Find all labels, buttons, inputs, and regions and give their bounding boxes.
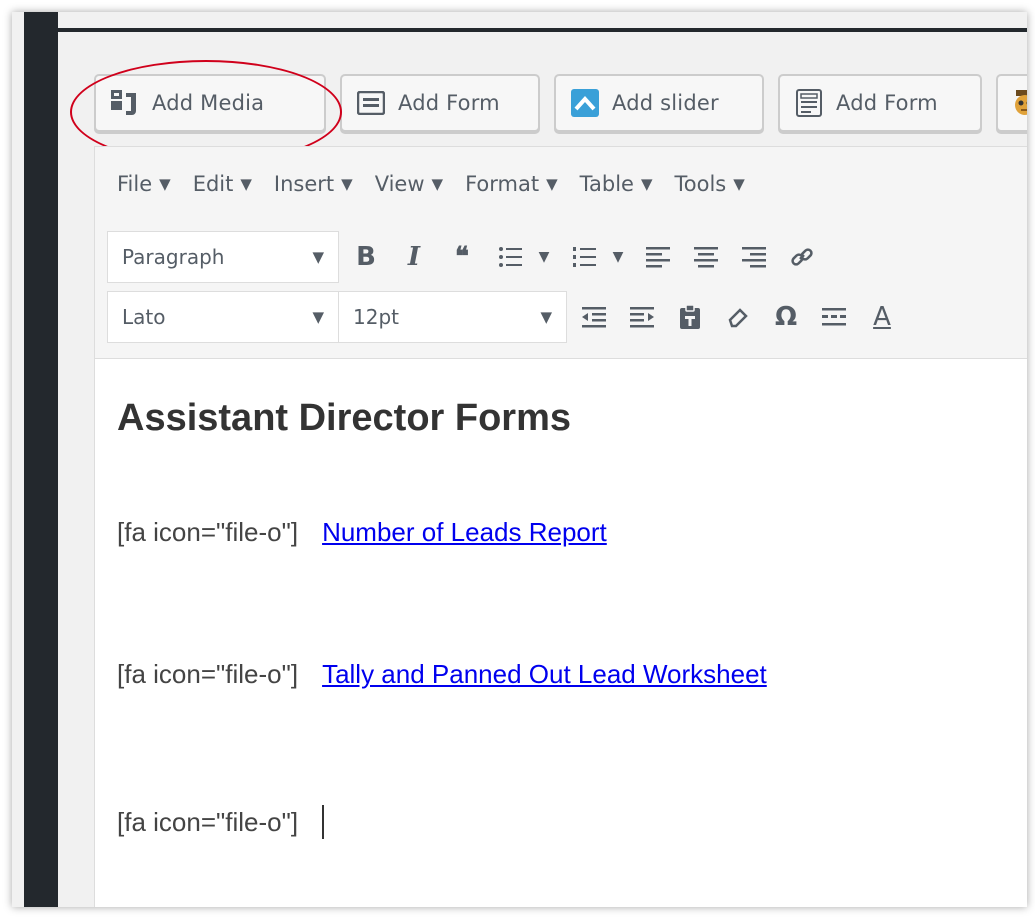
menu-edit[interactable]: Edit ▼ <box>193 172 252 196</box>
shortcode-text: [fa icon="file-o"] <box>117 806 299 837</box>
tinymce-editor: File ▼ Edit ▼ Insert ▼ View ▼ Format ▼ Table ▼… <box>94 146 1027 907</box>
indent-button[interactable] <box>621 296 663 338</box>
clipboard-icon <box>680 304 700 329</box>
align-center-button[interactable] <box>685 236 727 278</box>
clear-formatting-button[interactable] <box>717 296 759 338</box>
chevron-down-icon: ▼ <box>312 308 324 326</box>
chevron-down-icon: ▼ <box>540 308 552 326</box>
menu-table[interactable]: Table ▼ <box>580 172 653 196</box>
font-size-select[interactable]: 12pt ▼ <box>339 291 567 343</box>
numbered-list-dropdown[interactable]: ▼ <box>605 236 631 278</box>
menu-tools[interactable]: Tools ▼ <box>675 172 745 196</box>
chevron-down-icon: ▼ <box>341 175 353 193</box>
align-left-icon <box>646 247 670 268</box>
paste-text-button[interactable] <box>669 296 711 338</box>
link-icon <box>791 248 813 266</box>
bullet-list-dropdown[interactable]: ▼ <box>531 236 557 278</box>
toolbar-row-1: Paragraph ▼ B I ❝ ▼ ▼ <box>107 231 823 283</box>
chevron-down-icon: ▼ <box>546 175 558 193</box>
editor-toolbar-area: File ▼ Edit ▼ Insert ▼ View ▼ Format ▼ Table ▼… <box>95 147 1027 359</box>
content-line: [fa icon="file-o"] Number of Leads Repor… <box>117 517 607 548</box>
screenshot-frame: Add Media Add Form Add slider Add Form F… <box>12 12 1027 907</box>
menu-file[interactable]: File ▼ <box>117 172 171 196</box>
toolbar-row-2: Lato ▼ 12pt ▼ Ω A <box>107 291 903 343</box>
add-form-button[interactable]: Add Form <box>340 74 540 132</box>
menu-insert[interactable]: Insert ▼ <box>274 172 353 196</box>
blockquote-button[interactable]: ❝ <box>441 236 483 278</box>
chevron-down-icon: ▼ <box>640 175 653 193</box>
chevron-down-icon: ▼ <box>431 175 444 193</box>
bold-button[interactable]: B <box>345 236 387 278</box>
plugin-button-partial[interactable] <box>996 74 1027 132</box>
bullet-list-icon <box>499 247 522 267</box>
slider-icon <box>570 88 600 118</box>
shortcode-text: [fa icon="file-o"] <box>117 517 299 547</box>
align-center-icon <box>694 247 718 268</box>
mascot-icon <box>1010 88 1027 118</box>
form-icon <box>356 88 386 118</box>
chevron-down-icon: ▼ <box>159 175 171 193</box>
menu-view[interactable]: View ▼ <box>375 172 443 196</box>
add-slider-button[interactable]: Add slider <box>554 74 764 132</box>
admin-sidebar-edge <box>24 12 58 907</box>
eraser-icon <box>728 308 748 328</box>
admin-bar-edge <box>58 28 1027 32</box>
editor-menubar: File ▼ Edit ▼ Insert ▼ View ▼ Format ▼ Table ▼… <box>117 167 767 201</box>
italic-button[interactable]: I <box>393 236 435 278</box>
content-heading: Assistant Director Forms <box>117 397 572 439</box>
content-line: [fa icon="file-o"] <box>117 805 325 839</box>
horizontal-line-icon <box>822 308 846 326</box>
bullet-list-button[interactable] <box>489 236 531 278</box>
indent-icon <box>630 307 654 328</box>
align-right-icon <box>742 247 766 268</box>
content-line: [fa icon="file-o"] Tally and Panned Out … <box>117 659 767 690</box>
shortcode-text: [fa icon="file-o"] <box>117 659 299 689</box>
outdent-icon <box>582 307 606 328</box>
special-character-button[interactable]: Ω <box>765 296 807 338</box>
insert-link-button[interactable] <box>781 236 823 278</box>
add-form-alt-button[interactable]: Add Form <box>778 74 982 132</box>
numbered-list-icon <box>573 247 596 267</box>
outdent-button[interactable] <box>573 296 615 338</box>
add-form-alt-label: Add Form <box>836 91 938 115</box>
align-right-button[interactable] <box>733 236 775 278</box>
chevron-down-icon: ▼ <box>733 175 745 193</box>
horizontal-line-button[interactable] <box>813 296 855 338</box>
add-form-label: Add Form <box>398 91 500 115</box>
text-color-button[interactable]: A <box>861 296 903 338</box>
align-left-button[interactable] <box>637 236 679 278</box>
font-family-select[interactable]: Lato ▼ <box>107 291 339 343</box>
menu-format[interactable]: Format ▼ <box>465 172 558 196</box>
block-format-select[interactable]: Paragraph ▼ <box>107 231 339 283</box>
chevron-down-icon: ▼ <box>312 248 324 266</box>
numbered-list-button[interactable] <box>563 236 605 278</box>
chevron-down-icon: ▼ <box>240 175 252 193</box>
tally-worksheet-link[interactable]: Tally and Panned Out Lead Worksheet <box>322 659 767 690</box>
number-of-leads-report-link[interactable]: Number of Leads Report <box>322 517 607 548</box>
form-list-icon <box>794 88 824 118</box>
add-slider-label: Add slider <box>612 91 719 115</box>
text-cursor <box>322 805 325 839</box>
